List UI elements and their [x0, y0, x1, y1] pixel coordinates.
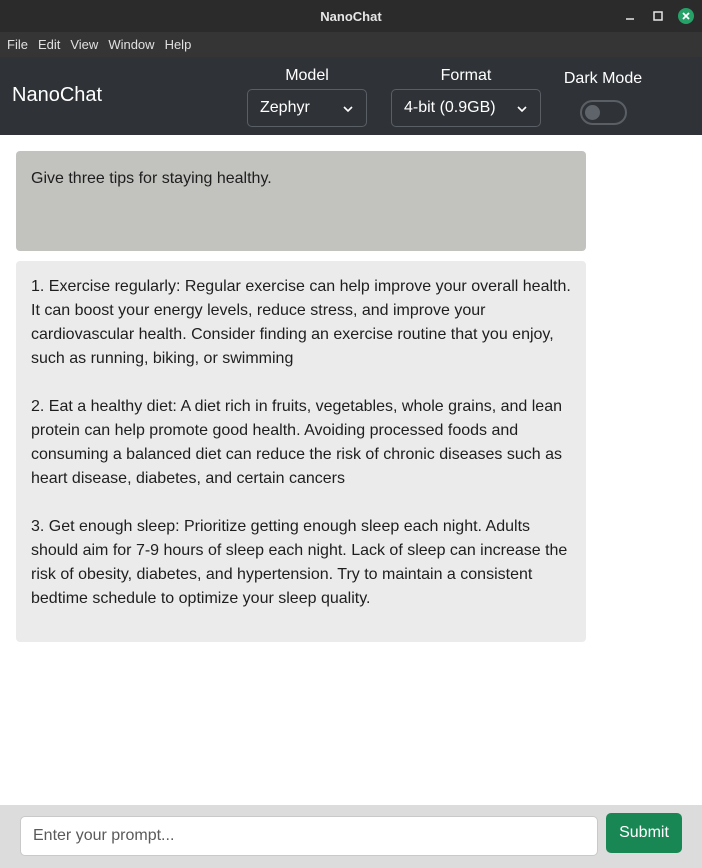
close-icon[interactable] — [678, 8, 694, 24]
model-label: Model — [285, 67, 329, 84]
window-titlebar: NanoChat — [0, 0, 702, 32]
app-brand: NanoChat — [12, 84, 103, 106]
minimize-icon[interactable] — [622, 8, 638, 24]
menu-help[interactable]: Help — [160, 32, 197, 57]
menu-window[interactable]: Window — [103, 32, 159, 57]
format-label: Format — [440, 67, 492, 84]
assistant-paragraph: 2. Eat a healthy diet: A diet rich in fr… — [31, 398, 562, 487]
menu-view[interactable]: View — [65, 32, 103, 57]
chevron-down-icon — [342, 102, 354, 120]
format-select-value: 4-bit (0.9GB) — [404, 99, 496, 116]
format-select[interactable]: 4-bit (0.9GB) — [391, 89, 541, 127]
model-select[interactable]: Zephyr — [247, 89, 367, 127]
menu-file[interactable]: File — [2, 32, 33, 57]
user-message-text: Give three tips for staying healthy. — [31, 170, 272, 187]
menu-bar: File Edit View Window Help — [0, 32, 702, 57]
assistant-paragraph: 1. Exercise regularly: Regular exercise … — [31, 278, 571, 367]
menu-edit[interactable]: Edit — [33, 32, 65, 57]
submit-button[interactable]: Submit — [606, 813, 682, 853]
toggle-knob — [585, 105, 600, 120]
dark-mode-toggle[interactable] — [580, 100, 627, 125]
maximize-icon[interactable] — [650, 8, 666, 24]
window-title: NanoChat — [320, 8, 382, 24]
model-select-value: Zephyr — [260, 99, 310, 116]
app-header: NanoChat Model Zephyr Format 4-bit (0.9G… — [0, 57, 702, 135]
composer-bar: Submit — [0, 805, 702, 868]
assistant-paragraph: 3. Get enough sleep: Prioritize getting … — [31, 518, 568, 607]
window-controls — [622, 0, 694, 32]
dark-mode-label: Dark Mode — [563, 70, 643, 87]
user-message: Give three tips for staying healthy. — [16, 151, 586, 251]
chevron-down-icon — [516, 102, 528, 120]
prompt-input[interactable] — [20, 816, 598, 856]
assistant-message: 1. Exercise regularly: Regular exercise … — [16, 261, 586, 642]
